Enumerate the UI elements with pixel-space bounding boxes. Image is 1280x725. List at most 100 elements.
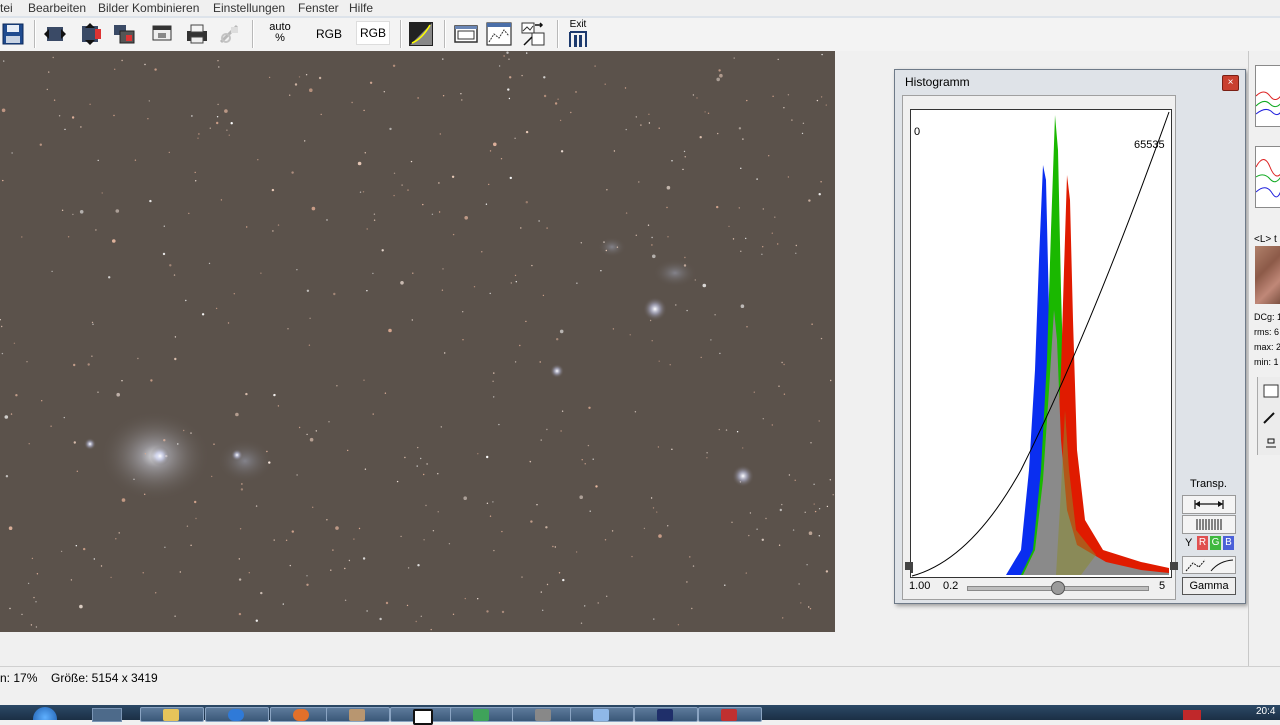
star xyxy=(5,475,9,478)
star xyxy=(347,449,349,452)
menu-datei[interactable]: tei xyxy=(0,1,13,15)
menu-hilfe[interactable]: Hilfe xyxy=(349,1,373,15)
star xyxy=(783,107,785,109)
channel-g[interactable]: G xyxy=(1210,536,1221,550)
star xyxy=(546,428,548,431)
star xyxy=(686,581,688,583)
star xyxy=(118,532,120,534)
layers-button[interactable] xyxy=(111,22,137,46)
star xyxy=(738,207,740,209)
star xyxy=(761,253,763,255)
white-point-handle[interactable] xyxy=(1170,562,1178,570)
save-button[interactable] xyxy=(0,22,26,46)
star xyxy=(366,290,368,292)
star xyxy=(771,232,773,234)
star xyxy=(363,379,365,381)
star xyxy=(605,249,607,252)
gamma-slider-knob[interactable] xyxy=(1051,581,1065,595)
star xyxy=(652,254,656,259)
star xyxy=(185,299,187,302)
star xyxy=(717,132,719,135)
star xyxy=(689,556,691,558)
image-compare-button[interactable] xyxy=(486,22,512,46)
start-button[interactable] xyxy=(33,707,57,720)
disabled-tool-button[interactable] xyxy=(217,22,243,46)
channel-y[interactable]: Y xyxy=(1185,537,1192,549)
picture-icon[interactable] xyxy=(1263,384,1279,398)
star xyxy=(562,578,565,582)
star xyxy=(795,244,797,247)
exit-button[interactable]: Exit xyxy=(566,20,590,51)
star xyxy=(194,500,197,504)
gamma-button[interactable]: Gamma xyxy=(1182,577,1236,595)
star xyxy=(756,178,758,180)
star xyxy=(451,175,455,178)
star xyxy=(519,344,521,347)
star xyxy=(385,601,389,605)
star xyxy=(277,224,280,226)
image-edit-button[interactable] xyxy=(520,22,546,46)
bars-button[interactable] xyxy=(1182,515,1236,534)
flip-vertical-button[interactable] xyxy=(77,22,103,46)
star xyxy=(388,328,392,333)
star xyxy=(423,473,425,476)
star xyxy=(75,545,78,547)
star xyxy=(441,289,444,291)
flip-horizontal-button[interactable] xyxy=(42,22,68,46)
star xyxy=(761,538,764,541)
print-button[interactable] xyxy=(184,22,210,46)
rgb-button-1[interactable]: RGB xyxy=(316,27,342,41)
star xyxy=(216,121,219,125)
pen-icon[interactable] xyxy=(1263,412,1275,424)
levels-button[interactable] xyxy=(408,22,434,46)
mini-graph-2[interactable] xyxy=(1255,146,1280,208)
rgb-button-2[interactable]: RGB xyxy=(356,21,390,45)
menu-bilder-kombinieren[interactable]: Bilder Kombinieren xyxy=(98,1,199,15)
star xyxy=(21,613,23,616)
star xyxy=(539,361,541,363)
tray-icon[interactable] xyxy=(1183,710,1201,720)
preview-thumbnail[interactable] xyxy=(1255,246,1280,304)
star xyxy=(154,68,157,71)
astro-icon xyxy=(657,709,673,721)
histogram-window[interactable]: Histogramm × 0 65535 1.00 0.2 5 Transp. xyxy=(894,69,1246,604)
menu-fenster[interactable]: Fenster xyxy=(298,1,339,15)
star xyxy=(26,361,28,363)
channel-b[interactable]: B xyxy=(1223,536,1234,550)
star xyxy=(442,95,445,97)
auto-percent-button[interactable]: auto % xyxy=(269,22,291,44)
terminal-icon xyxy=(413,709,433,725)
star xyxy=(144,63,146,66)
image-canvas[interactable] xyxy=(0,51,835,632)
star xyxy=(95,229,97,231)
star xyxy=(417,446,419,449)
stat-min: min: 1 xyxy=(1254,357,1279,367)
menu-einstellungen[interactable]: Einstellungen xyxy=(213,1,285,15)
bright-star xyxy=(550,364,564,378)
star xyxy=(783,393,786,395)
stamp-icon[interactable] xyxy=(1266,438,1276,448)
star xyxy=(638,181,640,183)
star xyxy=(597,602,599,604)
image-window-button[interactable] xyxy=(453,22,479,46)
mini-graph-1[interactable] xyxy=(1255,65,1280,127)
star xyxy=(829,479,831,481)
black-point-handle[interactable] xyxy=(905,562,913,570)
histogram-plot[interactable] xyxy=(905,109,1172,578)
star xyxy=(493,549,495,552)
star xyxy=(540,439,542,441)
channel-r[interactable]: R xyxy=(1197,536,1208,550)
star xyxy=(677,624,680,626)
close-button[interactable]: × xyxy=(1222,75,1239,91)
star xyxy=(97,391,99,393)
star xyxy=(173,274,176,276)
star xyxy=(671,448,673,450)
menu-bearbeiten[interactable]: Bearbeiten xyxy=(28,1,86,15)
curve-mode-button[interactable] xyxy=(1182,556,1236,574)
range-button[interactable] xyxy=(1182,495,1236,514)
copy-window-button[interactable] xyxy=(149,22,175,46)
star xyxy=(648,113,650,115)
star xyxy=(241,483,243,485)
star xyxy=(50,425,52,427)
star xyxy=(91,321,94,324)
